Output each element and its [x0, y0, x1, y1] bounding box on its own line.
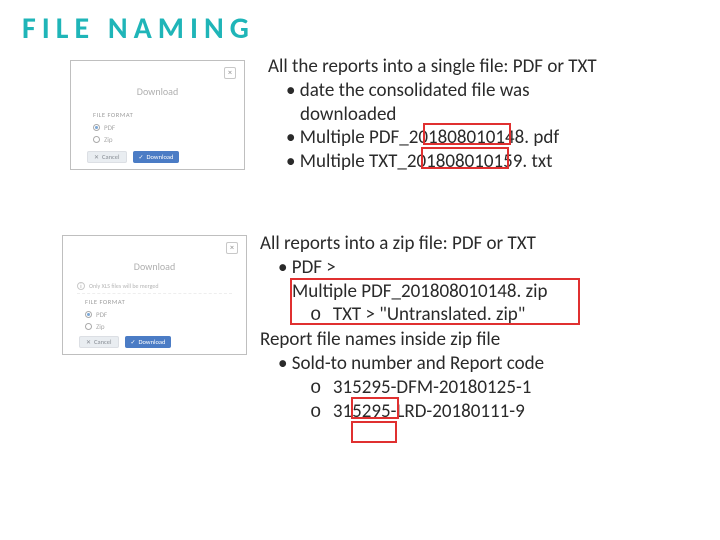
bullet-example-2: 315295-LRD-20180111-9	[260, 400, 702, 425]
cancel-button[interactable]: ✕Cancel	[79, 336, 119, 348]
highlight-box	[421, 147, 509, 169]
section-heading: All the reports into a single file: PDF …	[268, 55, 702, 79]
highlight-box	[423, 123, 511, 145]
button-label: Download	[139, 338, 166, 346]
radio-label: Zip	[104, 135, 113, 144]
button-label: Cancel	[102, 153, 119, 161]
download-button[interactable]: ✓Download	[133, 151, 180, 163]
radio-icon	[85, 311, 92, 318]
highlight-box	[351, 421, 397, 443]
download-dialog-screenshot-2: × Download i Only XLS files will be merge…	[62, 235, 247, 355]
section-zip-file: All reports into a zip file: PDF or TXT …	[260, 232, 702, 425]
radio-label: PDF	[96, 310, 107, 319]
highlighted-text: LRD-	[396, 400, 432, 423]
bullet-example-1: 315295-DFM-20180125-1	[260, 376, 702, 401]
radio-label: Zip	[96, 322, 105, 331]
radio-label: PDF	[104, 123, 115, 132]
radio-option-zip[interactable]: Zip	[85, 322, 105, 331]
close-icon: ✕	[94, 153, 99, 161]
check-icon: ✓	[139, 153, 144, 161]
dialog-title: Download	[63, 260, 246, 273]
highlighted-text: DFM-	[396, 376, 438, 399]
radio-option-pdf[interactable]: PDF	[85, 310, 107, 319]
radio-icon	[93, 136, 100, 143]
radio-option-zip[interactable]: Zip	[93, 135, 113, 144]
dialog-title: Download	[71, 85, 244, 98]
radio-icon	[93, 124, 100, 131]
bullet-pdf-zip: PDF >	[260, 256, 702, 280]
highlight-box	[290, 278, 580, 325]
radio-option-pdf[interactable]: PDF	[93, 123, 115, 132]
cancel-button[interactable]: ✕Cancel	[87, 151, 127, 163]
radio-icon	[85, 323, 92, 330]
download-button[interactable]: ✓Download	[125, 336, 172, 348]
info-icon: i	[77, 282, 85, 290]
section-heading: All reports into a zip file: PDF or TXT	[260, 232, 702, 256]
close-icon[interactable]: ×	[226, 242, 238, 254]
download-dialog-screenshot-1: × Download FILE FORMAT PDF Zip ✕Cancel ✓…	[70, 60, 245, 170]
check-icon: ✓	[131, 338, 136, 346]
button-label: Download	[147, 153, 174, 161]
page-title: FILE NAMING	[22, 10, 255, 47]
close-icon[interactable]: ×	[224, 67, 236, 79]
bullet-date: date the consolidated file was	[268, 79, 702, 103]
bullet-filename-format: Sold-to number and Report code	[260, 352, 702, 376]
close-icon: ✕	[86, 338, 91, 346]
sub-heading: Report file names inside zip file	[260, 328, 702, 352]
info-note: i Only XLS files will be merged	[77, 282, 232, 294]
file-format-label: FILE FORMAT	[85, 298, 125, 306]
button-label: Cancel	[94, 338, 111, 346]
info-text: Only XLS files will be merged	[89, 282, 159, 290]
file-format-label: FILE FORMAT	[93, 111, 133, 119]
highlight-box	[351, 397, 399, 419]
